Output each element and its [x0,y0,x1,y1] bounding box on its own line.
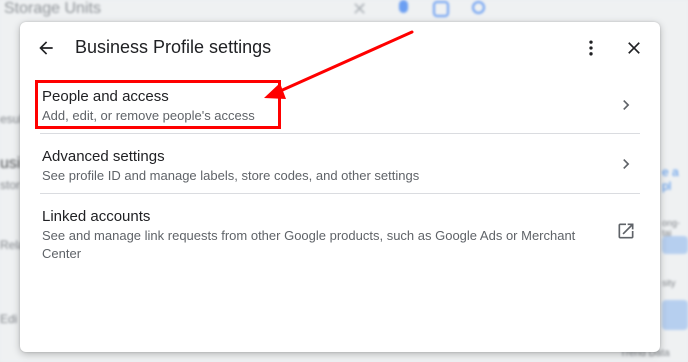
close-button[interactable] [618,32,650,64]
settings-item-subtitle: Add, edit, or remove people's access [42,108,255,123]
background-mic-icon [399,0,408,13]
chevron-right-icon [616,95,636,115]
settings-item-people-and-access[interactable]: People and access Add, edit, or remove p… [40,78,640,134]
settings-item-title: Linked accounts [42,208,151,225]
settings-item-linked-accounts[interactable]: Linked accounts See and manage link requ… [40,194,640,274]
background-search-query: Storage Units [4,0,101,17]
chevron-right-icon [616,154,636,174]
background-text: stor [0,178,21,192]
background-link: e a pl [662,165,679,193]
background-chart-block [662,236,688,254]
more-vert-icon [589,40,593,56]
background-text: Edi [0,312,18,326]
settings-item-advanced-settings[interactable]: Advanced settings See profile ID and man… [40,134,640,194]
background-text: usi [0,155,21,172]
settings-item-subtitle: See and manage link requests from other … [42,228,576,261]
background-chart-block [662,300,688,330]
business-profile-settings-dialog: Business Profile settings People and acc… [20,22,660,352]
background-text: ong-tai [662,218,681,238]
more-options-button[interactable] [575,32,607,64]
close-icon [628,42,640,54]
background-text: esul [0,112,23,126]
dialog-title: Business Profile settings [75,37,272,57]
settings-item-title: Advanced settings [42,148,165,165]
dialog-header: Business Profile settings [20,22,660,74]
background-clear-icon: ✕ [352,0,368,19]
arrow-left-icon [39,41,53,55]
background-search-icon [472,1,485,14]
settings-list: People and access Add, edit, or remove p… [40,78,640,274]
settings-item-title: People and access [42,88,169,105]
background-text: sity [662,278,676,288]
settings-item-subtitle: See profile ID and manage labels, store … [42,168,420,183]
background-lens-icon [433,1,449,17]
back-button[interactable] [30,32,62,64]
open-in-new-icon [616,221,636,241]
